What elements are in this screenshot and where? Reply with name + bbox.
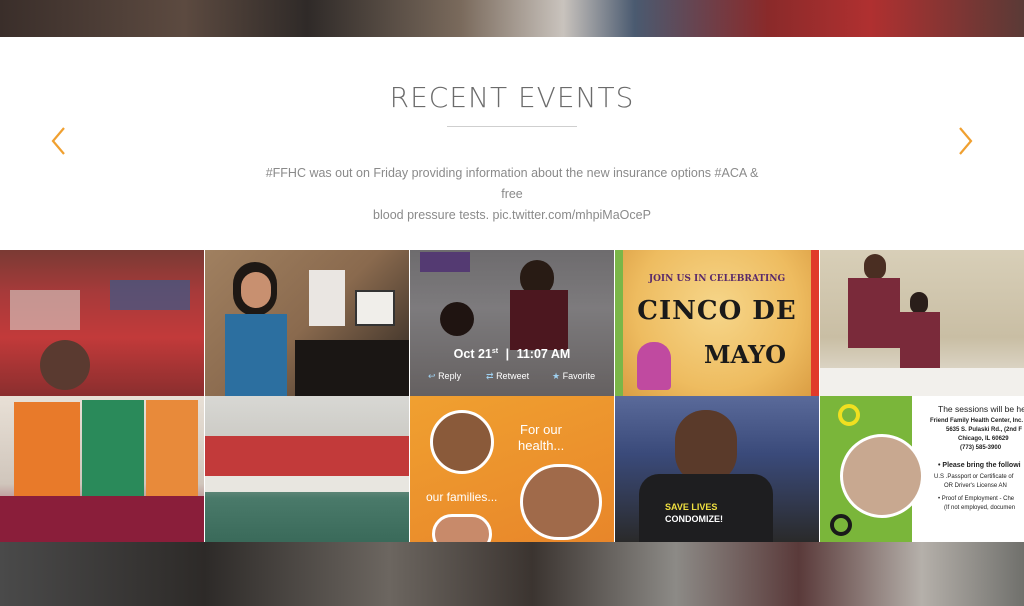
- sessions-passport: U.S .Passport or Certificate of: [934, 474, 1014, 480]
- tweet-text: #FFHC was out on Friday providing inform…: [262, 163, 762, 226]
- shirt-line-1: SAVE LIVES: [665, 502, 718, 512]
- sessions-address: 5635 S. Pulaski Rd., (2nd F: [946, 427, 1023, 433]
- photo-tile-two-staff[interactable]: [820, 250, 1024, 396]
- reply-label: Reply: [438, 371, 462, 381]
- shirt-line-2: CONDOMIZE!: [665, 514, 723, 524]
- flyer-line-1: For our: [520, 422, 562, 437]
- recent-events-section: RECENT EVENTS #FFHC was out on Friday pr…: [0, 37, 1024, 250]
- reply-action[interactable]: ↩ Reply: [428, 371, 461, 382]
- sessions-bring-text: Please bring the followi: [942, 462, 1021, 469]
- cinco-title-line1: CINCO DE: [637, 296, 797, 326]
- sessions-employment-text: Proof of Employment - Che: [941, 496, 1015, 502]
- tweet-date-suffix: st: [491, 347, 499, 355]
- photo-tile-tweet-hover[interactable]: Oct 21st | 11:07 AM ↩ Reply ⇄ Retweet ★ …: [410, 250, 614, 396]
- sessions-heading: The sessions will be held: [938, 404, 1024, 414]
- favorite-action[interactable]: ★ Favorite: [552, 371, 595, 382]
- photo-tile-poster-boards[interactable]: [0, 396, 204, 542]
- tweet-timestamp: Oct 21st | 11:07 AM: [410, 347, 614, 361]
- sessions-city: Chicago, IL 60629: [958, 436, 1009, 442]
- photo-tile-woman-at-table[interactable]: [205, 250, 409, 396]
- reply-icon: ↩: [428, 371, 436, 381]
- photo-tile-gym-bleachers[interactable]: [205, 396, 409, 542]
- star-icon: ★: [552, 371, 561, 381]
- next-arrow-icon[interactable]: [954, 125, 976, 157]
- cinco-title-line2: MAYO: [703, 340, 787, 369]
- flyer-line-2: health...: [518, 438, 565, 453]
- title-divider: [447, 126, 577, 127]
- tweet-line-1: #FFHC was out on Friday providing inform…: [265, 166, 759, 201]
- instagram-photo-grid: Oct 21st | 11:07 AM ↩ Reply ⇄ Retweet ★ …: [0, 250, 1024, 542]
- section-title: RECENT EVENTS: [389, 81, 635, 114]
- favorite-label: Favorite: [562, 371, 596, 381]
- dancers-silhouette-icon: [637, 342, 671, 390]
- cinco-tagline: JOIN US IN CELEBRATING: [648, 274, 786, 284]
- tweet-line-2[interactable]: blood pressure tests. pic.twitter.com/mh…: [262, 205, 762, 226]
- sessions-employment: • Proof of Employment - Che: [938, 496, 1015, 502]
- sessions-bring: • Please bring the followi: [938, 462, 1021, 469]
- previous-arrow-icon[interactable]: [48, 125, 70, 157]
- retweet-label: Retweet: [496, 371, 530, 381]
- sessions-not-employed: (If not employed, documen: [944, 505, 1016, 511]
- photo-tile-cinco-de-mayo[interactable]: JOIN US IN CELEBRATING CINCO DE MAYO: [615, 250, 819, 396]
- sessions-license: OR Driver's License AN: [944, 483, 1007, 489]
- tweet-separator: |: [505, 347, 510, 361]
- flyer-line-3: our families...: [426, 490, 498, 504]
- tweet-date: Oct 21: [453, 347, 492, 361]
- bottom-banner-photo: [0, 542, 1024, 606]
- top-banner-photo: [0, 0, 1024, 37]
- tweet-time: 11:07 AM: [516, 347, 571, 361]
- retweet-icon: ⇄: [486, 371, 494, 381]
- sessions-org: Friend Family Health Center, Inc.: [930, 418, 1024, 424]
- photo-tile-families-flyer[interactable]: For our health... our families...: [410, 396, 614, 542]
- sessions-phone: (773) 585-3900: [960, 445, 1002, 451]
- photo-tile-health-fair-hall[interactable]: [0, 250, 204, 396]
- photo-tile-sessions-flyer[interactable]: The sessions will be held Friend Family …: [820, 396, 1024, 542]
- photo-tile-smiling-volunteer[interactable]: SAVE LIVES CONDOMIZE!: [615, 396, 819, 542]
- retweet-action[interactable]: ⇄ Retweet: [486, 371, 529, 382]
